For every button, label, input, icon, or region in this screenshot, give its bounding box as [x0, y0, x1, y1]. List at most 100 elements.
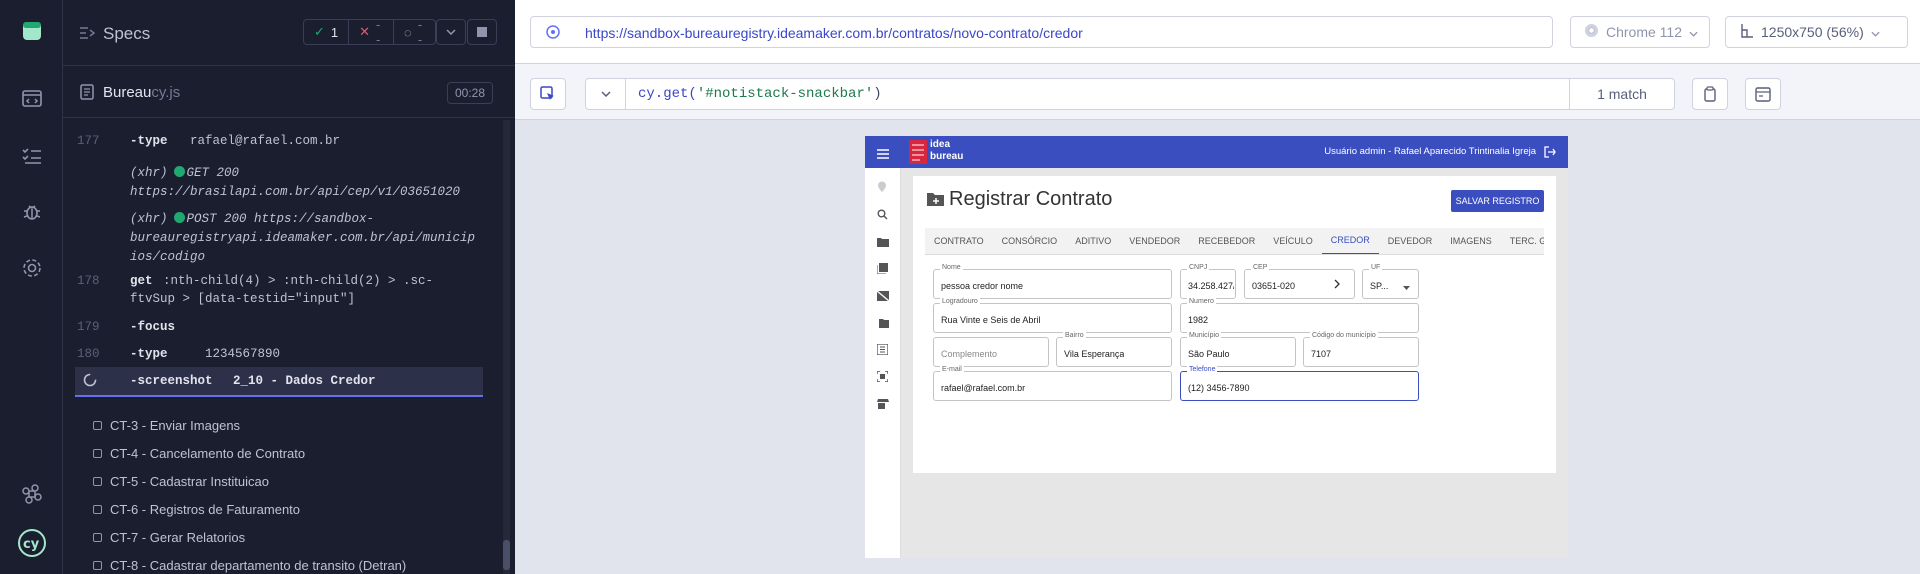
selector-method-dropdown[interactable] — [586, 79, 626, 109]
specs-title[interactable]: Specs — [103, 24, 150, 44]
cnpj-field[interactable]: CNPJ 34.258.427/0 — [1180, 264, 1236, 299]
field-value: SP... — [1370, 281, 1389, 291]
store-icon[interactable] — [877, 396, 889, 409]
cypress-logo-icon[interactable]: cy — [16, 527, 48, 559]
runs-nav-icon[interactable] — [20, 144, 44, 168]
library-add-icon[interactable] — [876, 261, 889, 275]
xhr-log-entry[interactable]: (xhr) GET 200 https://brasilapi.com.br/ap… — [130, 164, 470, 202]
bairro-field[interactable]: Bairro Vila Esperança — [1056, 332, 1172, 367]
app-icon[interactable] — [20, 19, 44, 43]
crosshair-icon — [545, 24, 561, 45]
uf-select[interactable]: UF SP... — [1362, 264, 1419, 299]
email-field[interactable]: E-mail rafael@rafael.com.br — [933, 366, 1172, 401]
test-item[interactable]: CT-6 - Registros de Faturamento — [93, 502, 300, 517]
image-off-icon[interactable] — [876, 288, 890, 302]
tab-consorcio[interactable]: CONSÓRCIO — [993, 228, 1067, 254]
selector-code: cy.get('#notistack-snackbar') — [638, 86, 882, 102]
field-label: UF — [1369, 264, 1383, 271]
list-alt-icon[interactable] — [876, 342, 889, 356]
status-dot-icon — [173, 166, 185, 177]
copy-clipboard-button[interactable] — [1692, 78, 1728, 110]
hamburger-menu-icon[interactable] — [877, 146, 889, 164]
settings-gear-icon[interactable] — [20, 256, 44, 280]
telefone-field[interactable]: Telefone (12) 3456-7890 — [1180, 366, 1419, 401]
logout-icon[interactable] — [1544, 145, 1556, 163]
xhr-log-entry[interactable]: (xhr) POST 200 https://sandbox- bureaureg… — [130, 210, 475, 267]
codigo-municipio-field[interactable]: Código do município 7107 — [1303, 332, 1419, 367]
tab-devedor[interactable]: DEVEDOR — [1379, 228, 1442, 254]
passed-count: 1 — [330, 24, 339, 40]
test-status-icon — [93, 449, 102, 458]
command-row[interactable]: 180 -type 1234567890 — [75, 347, 483, 367]
command-name: -type — [130, 134, 168, 148]
spinner-icon: ◌ — [404, 24, 412, 40]
selector-picker-button[interactable] — [530, 78, 566, 110]
url-field[interactable]: https://sandbox-bureauregistry.ideamaker… — [530, 16, 1553, 48]
command-row[interactable]: 178 get :nth-child(4) > :nth-child(2) > … — [75, 274, 483, 314]
test-status-icon — [93, 421, 102, 430]
debug-bug-icon[interactable] — [20, 200, 44, 224]
municipio-field[interactable]: Município São Paulo — [1180, 332, 1296, 367]
search-icon[interactable] — [877, 207, 889, 220]
command-row[interactable]: 179 -focus — [75, 320, 483, 340]
field-label: E-mail — [940, 366, 964, 373]
tab-recebedor[interactable]: RECEBEDOR — [1189, 228, 1264, 254]
test-item[interactable]: CT-4 - Cancelamento de Contrato — [93, 446, 305, 461]
options-dropdown-button[interactable] — [436, 19, 466, 45]
specs-list-icon[interactable] — [79, 26, 96, 45]
selector-playground: cy.get('#notistack-snackbar') 1 match — [515, 64, 1920, 120]
command-row[interactable]: 177 -type rafael@rafael.com.br — [75, 134, 483, 154]
field-value: 7107 — [1311, 349, 1332, 359]
selector-fn: cy.get( — [638, 86, 697, 102]
test-title: CT-4 - Cancelamento de Contrato — [110, 446, 306, 461]
specs-nav-icon[interactable] — [20, 87, 44, 111]
spec-file-row[interactable]: Bureaucy.js 00:28 — [63, 66, 515, 118]
center-focus-icon[interactable] — [876, 369, 889, 383]
tab-imagens[interactable]: IMAGENS — [1441, 228, 1501, 254]
field-label: Logradouro — [940, 298, 980, 305]
save-record-button[interactable]: SALVAR REGISTRO — [1451, 190, 1544, 212]
selector-input[interactable]: cy.get('#notistack-snackbar') 1 match — [585, 78, 1675, 110]
field-value: Rua Vinte e Seis de Abril — [941, 315, 1041, 325]
test-item[interactable]: CT-5 - Cadastrar Instituicao — [93, 474, 269, 489]
field-value: (12) 3456-7890 — [1188, 383, 1250, 393]
folder-add-icon[interactable] — [877, 234, 889, 247]
tab-veiculo[interactable]: VEÍCULO — [1264, 228, 1322, 254]
command-name: -screenshot — [130, 374, 213, 388]
nome-field[interactable]: Nome pessoa credor nome — [933, 264, 1172, 299]
stop-button[interactable] — [467, 19, 497, 45]
tab-vendedor[interactable]: VENDEDOR — [1120, 228, 1189, 254]
tab-credor[interactable]: CREDOR — [1321, 228, 1379, 254]
command-number: 177 — [77, 134, 100, 148]
command-number: 180 — [77, 347, 100, 361]
field-label: CNPJ — [1187, 264, 1210, 271]
chevron-right-icon[interactable] — [1334, 279, 1340, 291]
tab-terc-garanti[interactable]: TERC. GARANTI — [1501, 228, 1544, 254]
scrollbar-thumb[interactable] — [503, 540, 510, 570]
command-row-active[interactable]: -screenshot 2_10 - Dados Credor — [75, 367, 483, 397]
field-value: 03651-020 — [1252, 281, 1296, 291]
location-pin-icon[interactable] — [877, 180, 889, 192]
command-name: -type — [130, 347, 168, 361]
tab-aditivo[interactable]: ADITIVO — [1066, 228, 1120, 254]
cep-field[interactable]: CEP 03651-020 — [1244, 264, 1355, 299]
command-message: :nth-child(4) > :nth-child(2) > .sc- — [163, 274, 434, 288]
test-item[interactable]: CT-7 - Gerar Relatorios — [93, 530, 245, 545]
test-item[interactable]: CT-8 - Cadastrar departamento de transit… — [93, 558, 406, 573]
browser-selector[interactable]: Chrome 112 — [1570, 16, 1710, 48]
keyboard-shortcuts-icon[interactable] — [20, 482, 44, 506]
folders-icon[interactable] — [877, 315, 889, 328]
spec-timer: 00:28 — [446, 82, 493, 104]
app-top-bar: idea bureau Usuário admin - Rafael Apare… — [865, 136, 1568, 168]
logo-text-line2: bureau — [930, 151, 964, 162]
test-item[interactable]: CT-3 - Enviar Imagens — [93, 418, 240, 433]
field-value: 34.258.427/0 — [1188, 281, 1234, 291]
logradouro-field[interactable]: Logradouro Rua Vinte e Seis de Abril — [933, 298, 1172, 333]
viewport-selector[interactable]: 1250x750 (56%) — [1725, 16, 1908, 48]
tab-contrato[interactable]: CONTRATO — [925, 228, 993, 254]
numero-field[interactable]: Numero 1982 — [1180, 298, 1419, 333]
reporter-scrollbar[interactable] — [503, 120, 510, 574]
print-console-button[interactable] — [1745, 78, 1781, 110]
complemento-field[interactable]: Complemento — [933, 337, 1049, 367]
field-value: rafael@rafael.com.br — [941, 383, 1026, 393]
